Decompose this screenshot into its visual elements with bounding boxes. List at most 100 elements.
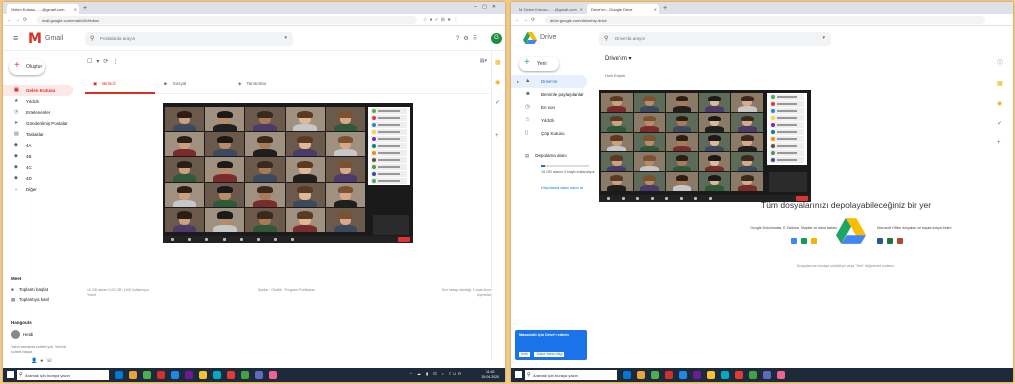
search-icon[interactable]: ⚲ — [90, 35, 94, 42]
browser-tab-gmail[interactable]: M Gelen Kutusu - ...@gmail.com ✕ — [515, 4, 585, 14]
call-control-icon[interactable] — [636, 197, 640, 200]
sidebar-item-my-drive[interactable]: ▸ ▲ Drive'ım — [511, 75, 587, 88]
calendar-icon[interactable]: ▦ — [495, 59, 501, 66]
call-control-icon[interactable] — [205, 238, 209, 241]
header-icons[interactable]: ?⚙⠿ — [456, 35, 481, 42]
call-control-icon[interactable] — [256, 238, 260, 241]
sidebar-item-trash[interactable]: ▯ Çöp Kutusu — [511, 127, 593, 140]
search-input[interactable]: ⚲ Drive'da arayın ▾ — [599, 32, 831, 46]
call-control-icon[interactable] — [607, 197, 610, 200]
taskbar-app-icon[interactable] — [651, 371, 659, 379]
browser-tab-drive[interactable]: Drive'ım - Google Drive ✕ — [587, 4, 659, 14]
taskbar-app-icon[interactable] — [735, 371, 743, 379]
taskbar-clock[interactable]: 11:42 29.04.2020 — [481, 370, 499, 380]
close-icon[interactable]: ✕ — [74, 7, 77, 12]
tab-primary[interactable]: ▣ Birincil — [85, 76, 155, 94]
windows-start-icon[interactable] — [515, 371, 522, 378]
details-link[interactable]: Ayrıntılar — [431, 293, 491, 298]
keep-icon[interactable]: ◉ — [997, 100, 1002, 107]
call-control-icon[interactable] — [274, 238, 278, 241]
taskbar-app-icon[interactable] — [749, 371, 757, 379]
download-button[interactable]: İndir — [519, 352, 531, 357]
sidebar-item-shared[interactable]: ☻ Benimle paylaşılanlar — [511, 88, 593, 101]
taskbar-app-icon[interactable] — [171, 371, 179, 379]
chevron-down-icon[interactable]: ▾ — [284, 35, 287, 41]
window-controls[interactable]: –▢✕ — [474, 4, 501, 10]
taskbar-app-icon[interactable] — [227, 371, 235, 379]
hangouts-user[interactable]: Heidi — [11, 329, 81, 341]
search-icon[interactable]: ⚲ — [604, 35, 608, 42]
end-call-button[interactable] — [398, 237, 410, 242]
info-icon[interactable]: ⓘ — [997, 58, 1003, 67]
close-icon[interactable]: ✕ — [654, 7, 657, 12]
buy-storage-link[interactable]: Depolama alanı satın al — [541, 185, 583, 190]
taskbar-app-icon[interactable] — [269, 371, 277, 379]
mail-toolbar-right[interactable]: ▤▾ — [480, 58, 487, 64]
sidebar-item-label-4c[interactable]: ◆ 4C — [3, 162, 81, 173]
hangouts-icons[interactable]: 👤●☏ — [11, 358, 81, 364]
new-button[interactable]: + Yeni — [519, 57, 559, 71]
new-tab-button[interactable]: + — [663, 4, 667, 13]
learn-more-button[interactable]: Daha fazla bilgi — [534, 352, 565, 357]
avatar[interactable]: G — [491, 33, 502, 44]
taskbar-app-icon[interactable] — [143, 371, 151, 379]
taskbar-app-icon[interactable] — [213, 371, 221, 379]
taskbar-app-icon[interactable] — [637, 371, 645, 379]
taskbar-app-icon[interactable] — [693, 371, 701, 379]
storage-link[interactable]: ▤ Depolama alanı — [525, 153, 567, 159]
taskbar-app-icon[interactable] — [763, 371, 771, 379]
nav-buttons[interactable]: ←→⟳ — [515, 17, 538, 23]
tab-social[interactable]: ☻ Sosyal — [155, 76, 225, 94]
taskbar-app-icon[interactable] — [721, 371, 729, 379]
taskbar-app-icon[interactable] — [707, 371, 715, 379]
browser-tab-gmail[interactable]: Gelen Kutusu - ...@gmail.com ✕ — [7, 4, 79, 14]
extension-icons[interactable]: ☆●✓⊞★⋮ — [423, 17, 460, 23]
meet-start-button[interactable]: ■ Toplantı başlat — [11, 285, 81, 295]
tasks-icon[interactable]: ✓ — [997, 120, 1002, 127]
call-control-icon[interactable] — [694, 197, 698, 200]
sidebar-item-drafts[interactable]: ▤ Taslaklar — [3, 129, 81, 140]
call-control-icon[interactable] — [621, 197, 625, 200]
keep-icon[interactable]: ◉ — [495, 79, 500, 86]
calendar-icon[interactable]: ▦ — [997, 80, 1003, 87]
close-icon[interactable]: ✕ — [580, 7, 583, 12]
system-tray-icons[interactable]: ^ ☁ ▮ ⊡ ♪ TUR — [410, 371, 463, 376]
taskbar-search-input[interactable]: ⚲ Aramak için buraya yazın — [525, 370, 617, 380]
taskbar-app-icon[interactable] — [241, 371, 249, 379]
taskbar-app-icon[interactable] — [199, 371, 207, 379]
url-field[interactable]: mail.google.com/mail/u/0/#inbox — [37, 16, 417, 24]
sidebar-item-recent[interactable]: ◷ En son — [511, 101, 593, 114]
taskbar-app-icon[interactable] — [623, 371, 631, 379]
sidebar-item-snoozed[interactable]: ◷ Ertelenenler — [3, 107, 81, 118]
new-tab-button[interactable]: + — [83, 4, 87, 13]
taskbar-app-icon[interactable] — [129, 371, 137, 379]
sidebar-item-more[interactable]: ⌄ Diğer — [3, 184, 81, 195]
taskbar-app-icon[interactable] — [777, 371, 785, 379]
sidebar-item-label-4a[interactable]: ◆ 4A — [3, 140, 81, 151]
sidebar-item-label-4b[interactable]: ◆ 4B — [3, 151, 81, 162]
chevron-down-icon[interactable]: ▾ — [822, 35, 825, 41]
chevron-right-icon[interactable]: ▸ — [517, 75, 519, 88]
call-control-icon[interactable] — [665, 197, 669, 200]
search-input[interactable]: ⚲ Postalarda arayın ▾ — [85, 32, 293, 46]
mail-toolbar[interactable]: ☐▾⟳⋮ — [87, 58, 122, 65]
tab-promotions[interactable]: ◈ Tanıtımlar — [230, 76, 300, 94]
taskbar-app-icon[interactable] — [665, 371, 673, 379]
plus-icon[interactable]: + — [495, 133, 499, 139]
sidebar-item-sent[interactable]: ➤ Gönderilmiş Postalar — [3, 118, 81, 129]
taskbar-app-icon[interactable] — [115, 371, 123, 379]
sidebar-item-inbox[interactable]: ▣ Gelen Kutusu — [3, 85, 73, 96]
taskbar-apps[interactable] — [115, 371, 277, 379]
menu-icon[interactable]: ≡ — [13, 33, 18, 43]
sidebar-item-label-4d[interactable]: ◆ 4D — [3, 173, 81, 184]
call-control-icon[interactable] — [222, 238, 226, 241]
call-control-icon[interactable] — [171, 238, 174, 241]
call-control-icon[interactable] — [291, 238, 295, 241]
compose-button[interactable]: + Oluştur — [9, 59, 45, 75]
page-title[interactable]: Drive'ım ▾ — [605, 55, 632, 62]
taskbar-search-input[interactable]: ⚲ Aramak için buraya yazın — [17, 370, 109, 380]
manage-link[interactable]: Yönet — [87, 293, 167, 298]
call-control-icon[interactable] — [239, 238, 243, 241]
call-controls[interactable] — [163, 236, 413, 243]
terms-footer[interactable]: Şartlar · Gizlilik · Program Politikalar… — [258, 288, 315, 293]
